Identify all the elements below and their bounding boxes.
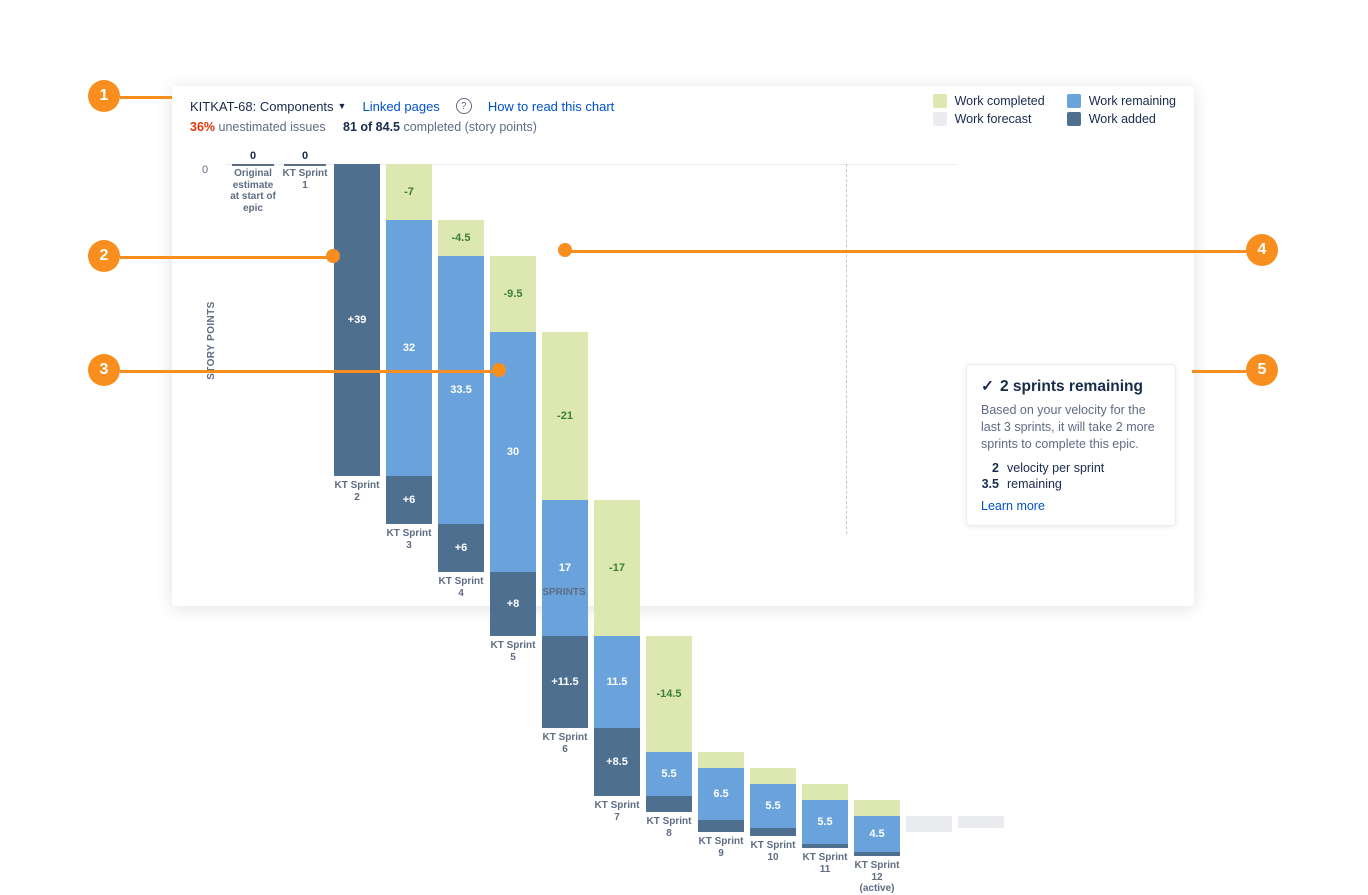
sprint-name: KT Sprint 12 (active) xyxy=(854,860,900,895)
unestimated-pct: 36% xyxy=(190,120,215,134)
help-icon[interactable]: ? xyxy=(456,98,472,114)
legend-added: Work added xyxy=(1067,112,1176,126)
unestimated-label: unestimated issues xyxy=(219,120,326,134)
legend: Work completed Work remaining Work forec… xyxy=(933,94,1176,126)
epic-title: KITKAT-68: Components xyxy=(190,99,334,114)
bar-segment xyxy=(802,784,848,800)
completed-label: completed (story points) xyxy=(403,120,536,134)
check-icon: ✓ xyxy=(981,377,994,396)
forecast-card: ✓ 2 sprints remaining Based on your velo… xyxy=(966,364,1176,526)
bar-segment xyxy=(802,844,848,848)
velocity-value: 2 xyxy=(981,461,999,475)
callout-2-line xyxy=(120,256,330,259)
sprint-name: KT Sprint 9 xyxy=(698,836,744,859)
callout-1: 1 xyxy=(88,80,120,112)
bar-segment: -9.5 xyxy=(490,256,536,332)
bar-segment: -21 xyxy=(542,332,588,500)
swatch-forecast xyxy=(933,112,947,126)
bar-segment: 5.5 xyxy=(750,784,796,828)
callout-3-dot xyxy=(492,363,506,377)
sprint-name: KT Sprint 7 xyxy=(594,800,640,823)
bar-segment: -17 xyxy=(594,500,640,636)
bar-segment: +8 xyxy=(490,572,536,636)
zero-top: 0 xyxy=(282,150,328,162)
bar-segment: -14.5 xyxy=(646,636,692,752)
learn-more-link[interactable]: Learn more xyxy=(981,499,1045,513)
chevron-down-icon: ▼ xyxy=(338,101,347,111)
sprint-name: KT Sprint 3 xyxy=(386,528,432,551)
callout-4: 4 xyxy=(1246,234,1278,266)
card-title: 2 sprints remaining xyxy=(1000,378,1143,396)
velocity-label: velocity per sprint xyxy=(1007,461,1104,475)
swatch-completed xyxy=(933,94,947,108)
bar-segment: +39 xyxy=(334,164,380,476)
bar-segment: 5.5 xyxy=(802,800,848,844)
bars-container: 0Original estimate at start of epic0KT S… xyxy=(228,164,946,564)
bar-segment xyxy=(750,768,796,784)
bar-segment xyxy=(698,752,744,768)
bar-segment: -7 xyxy=(386,164,432,220)
callout-2-dot xyxy=(326,249,340,263)
chart-area: 0 STORY POINTS 0Original estimate at sta… xyxy=(184,164,1176,594)
bar-segment xyxy=(958,816,1004,828)
sprint-name: KT Sprint 2 xyxy=(334,480,380,503)
legend-forecast: Work forecast xyxy=(933,112,1045,126)
bar-segment xyxy=(750,828,796,836)
bar-segment: 33.5 xyxy=(438,256,484,524)
remaining-value: 3.5 xyxy=(981,477,999,491)
sprint-name: KT Sprint 11 xyxy=(802,852,848,875)
epic-selector[interactable]: KITKAT-68: Components ▼ xyxy=(190,99,346,114)
callout-4-line xyxy=(566,250,1246,253)
legend-remaining: Work remaining xyxy=(1067,94,1176,108)
sprint-name: KT Sprint 1 xyxy=(282,168,328,191)
sprint-name: KT Sprint 10 xyxy=(750,840,796,863)
bar-segment: +8.5 xyxy=(594,728,640,796)
sprint-name: KT Sprint 4 xyxy=(438,576,484,599)
sprint-name: KT Sprint 6 xyxy=(542,732,588,755)
bar-segment xyxy=(698,820,744,832)
swatch-remaining xyxy=(1067,94,1081,108)
bar-segment: +6 xyxy=(438,524,484,572)
card-body: Based on your velocity for the last 3 sp… xyxy=(981,402,1161,453)
bar-segment: 11.5 xyxy=(594,636,640,728)
sprint-name: KT Sprint 5 xyxy=(490,640,536,663)
remaining-label: remaining xyxy=(1007,477,1062,491)
bar-segment xyxy=(854,852,900,856)
bar-segment: +6 xyxy=(386,476,432,524)
linked-pages-link[interactable]: Linked pages xyxy=(362,99,439,114)
bar-segment: 6.5 xyxy=(698,768,744,820)
y-zero: 0 xyxy=(202,164,208,176)
bar-segment: -4.5 xyxy=(438,220,484,256)
zero-top: 0 xyxy=(230,150,276,162)
how-to-read-link[interactable]: How to read this chart xyxy=(488,99,614,114)
bar-segment: 4.5 xyxy=(854,816,900,852)
callout-3-line xyxy=(120,370,496,373)
bar-segment: 17 xyxy=(542,500,588,636)
legend-completed: Work completed xyxy=(933,94,1045,108)
callout-1-line xyxy=(120,96,172,99)
callout-5-line xyxy=(1192,370,1246,373)
burndown-panel: KITKAT-68: Components ▼ Linked pages ? H… xyxy=(172,86,1194,606)
callout-5: 5 xyxy=(1246,354,1278,386)
forecast-divider xyxy=(846,164,847,534)
swatch-added xyxy=(1067,112,1081,126)
callout-4-dot xyxy=(558,243,572,257)
bar-segment: 5.5 xyxy=(646,752,692,796)
callout-2: 2 xyxy=(88,240,120,272)
sprint-name: Original estimate at start of epic xyxy=(230,168,276,214)
completed-count: 81 of 84.5 xyxy=(343,120,400,134)
bar-segment: 32 xyxy=(386,220,432,476)
bar-segment xyxy=(646,796,692,812)
y-axis-label: STORY POINTS xyxy=(206,301,217,380)
bar-segment xyxy=(854,800,900,816)
callout-3: 3 xyxy=(88,354,120,386)
sprint-name: KT Sprint 8 xyxy=(646,816,692,839)
bar-segment: +11.5 xyxy=(542,636,588,728)
bar-segment xyxy=(906,816,952,832)
x-axis-label: SPRINTS xyxy=(542,587,585,598)
